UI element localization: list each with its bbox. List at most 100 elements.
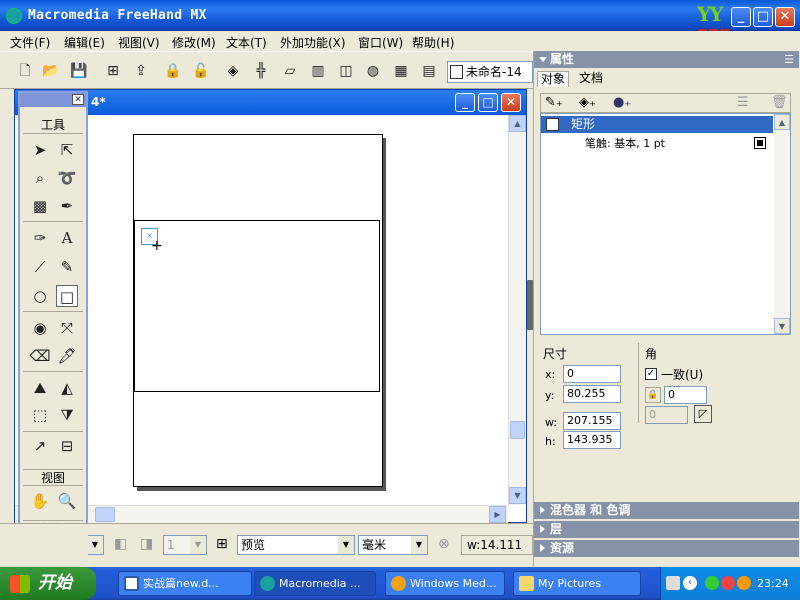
page-number-select[interactable]: 1 ▼ xyxy=(163,535,207,555)
mirror-tool-icon[interactable]: ⧩ xyxy=(56,404,78,426)
ellipse-tool-icon[interactable]: ○ xyxy=(29,285,51,307)
lasso-tool-icon[interactable]: ➰ xyxy=(56,167,78,189)
im-icon[interactable] xyxy=(737,576,751,590)
scale-tool-icon[interactable]: ⤧ xyxy=(56,317,78,339)
task-windows-media[interactable]: Windows Med... xyxy=(385,571,505,596)
library-icon[interactable]: ▥ xyxy=(309,62,327,80)
corner-radius-field[interactable]: 0 xyxy=(664,386,707,404)
pencil-tool-icon[interactable]: ✎ xyxy=(56,256,78,278)
horizontal-scroll-thumb[interactable] xyxy=(95,507,115,522)
vertical-scroll-thumb[interactable] xyxy=(510,421,525,439)
panel-options-icon[interactable]: ☰ xyxy=(784,53,794,66)
page-tool-icon[interactable]: ⌕ xyxy=(29,167,51,189)
tools-panel-header[interactable]: ✕ xyxy=(20,93,86,107)
group-icon[interactable]: ◈ xyxy=(224,62,242,80)
rectangle-tool-icon[interactable]: □ xyxy=(56,285,78,307)
tools-panel-close-icon[interactable]: ✕ xyxy=(72,94,84,105)
library-panel-header[interactable]: 资源 xyxy=(534,540,799,557)
task-my-pictures[interactable]: My Pictures xyxy=(513,571,641,596)
delete-item-icon[interactable]: 🗑 xyxy=(771,95,788,110)
freeform-tool-icon[interactable]: ◉ xyxy=(29,317,51,339)
stroke-color-swatch[interactable] xyxy=(754,137,766,149)
list-scroll-down[interactable]: ▼ xyxy=(774,318,790,334)
page-prev-icon[interactable]: ◧ xyxy=(114,536,127,552)
layers-icon[interactable]: ▤ xyxy=(420,62,438,80)
uniform-corners-checkbox[interactable]: ✓ xyxy=(645,368,657,380)
view-mode-select[interactable]: 预览 ▼ xyxy=(237,535,355,555)
unlock-icon[interactable]: 🔓 xyxy=(192,62,210,80)
duplicate-item-icon[interactable]: ☰ xyxy=(737,95,749,110)
panel-splitter-handle[interactable] xyxy=(527,280,533,330)
reflect-tool-icon[interactable]: ⬚ xyxy=(29,404,51,426)
task-freehand[interactable]: Macromedia ... xyxy=(254,571,376,596)
text-tool-icon[interactable]: A xyxy=(56,227,78,249)
object-row-stroke[interactable]: 笔触: 基本, 1 pt xyxy=(571,136,771,152)
scroll-down-button[interactable]: ▼ xyxy=(509,487,526,504)
page-prev-dropdown[interactable]: ▼ xyxy=(87,535,104,555)
menu-help[interactable]: 帮助(H) xyxy=(412,34,454,51)
menu-xtras[interactable]: 外加功能(X) xyxy=(280,34,346,51)
list-scroll-up[interactable]: ▲ xyxy=(774,114,790,130)
new-document-icon[interactable]: 🗋 xyxy=(16,62,34,80)
object-checkbox[interactable] xyxy=(546,118,559,131)
page-next-icon[interactable]: ◨ xyxy=(140,536,153,552)
start-button[interactable]: 开始 xyxy=(0,567,96,600)
units-select[interactable]: 毫米 ▼ xyxy=(358,535,428,555)
menu-file[interactable]: 文件(F) xyxy=(10,34,50,51)
object-list-scrollbar[interactable]: ▲ ▼ xyxy=(774,114,790,334)
object-row-rectangle[interactable]: 矩形 xyxy=(541,116,773,133)
pointer-tool-icon[interactable]: ➤ xyxy=(29,139,51,161)
task-word-document[interactable]: 实战篇new.d... xyxy=(118,571,252,596)
collapse-tray-icon[interactable]: ‹ xyxy=(683,576,697,590)
width-field[interactable]: 207.155 xyxy=(563,412,621,430)
blend-tool-icon[interactable]: ⛰ xyxy=(29,377,51,399)
symbols-icon[interactable]: ◫ xyxy=(337,62,355,80)
grid-icon[interactable]: ▦ xyxy=(392,62,410,80)
knife-tool-icon[interactable]: 🖊 xyxy=(56,345,78,367)
zoom-tool-icon[interactable]: 🔍 xyxy=(56,490,78,512)
menu-view[interactable]: 视图(V) xyxy=(118,34,160,51)
hand-tool-icon[interactable]: ✋ xyxy=(29,490,51,512)
antivirus-icon[interactable] xyxy=(721,576,735,590)
vertical-scrollbar[interactable]: ▲ ▼ xyxy=(508,115,526,505)
subselect-tool-icon[interactable]: ⇱ xyxy=(56,139,78,161)
properties-header[interactable]: 属性 xyxy=(534,51,799,68)
save-icon[interactable]: 💾 xyxy=(70,62,88,80)
connector-tool-icon[interactable]: ↗ xyxy=(29,435,51,457)
open-icon[interactable]: 📂 xyxy=(42,62,60,80)
menu-edit[interactable]: 编辑(E) xyxy=(64,34,105,51)
eyedropper-tool-icon[interactable]: ✒ xyxy=(56,195,78,217)
doc-maximize-button[interactable]: □ xyxy=(478,93,498,112)
mixer-panel-header[interactable]: 混色器 和 色调 xyxy=(534,502,799,519)
scroll-up-button[interactable]: ▲ xyxy=(509,115,526,132)
export-icon[interactable]: ⇪ xyxy=(132,62,150,80)
document-select[interactable]: 未命名-14 xyxy=(447,61,533,83)
add-effect-icon[interactable]: ●₊ xyxy=(613,95,631,110)
y-field[interactable]: 80.255 xyxy=(563,385,621,403)
menu-text[interactable]: 文本(T) xyxy=(226,34,267,51)
eraser-tool-icon[interactable]: ⌫ xyxy=(29,345,51,367)
transform-icon[interactable]: ▱ xyxy=(281,62,299,80)
keyboard-icon[interactable] xyxy=(666,576,680,590)
network-icon[interactable] xyxy=(705,576,719,590)
close-button[interactable]: ✕ xyxy=(775,7,795,27)
height-field[interactable]: 143.935 xyxy=(563,431,621,449)
add-page-icon[interactable]: ⊞ xyxy=(216,536,228,552)
trace-tool-icon[interactable]: ▩ xyxy=(29,195,51,217)
lock-icon[interactable]: 🔒 xyxy=(164,62,182,80)
horizontal-scrollbar[interactable]: ▶ xyxy=(15,505,508,523)
corner-lock-icon[interactable]: 🔒 xyxy=(645,387,661,403)
layers-panel-header[interactable]: 层 xyxy=(534,521,799,538)
doc-minimize-button[interactable]: _ xyxy=(455,93,475,112)
envelope-tool-icon[interactable]: ◭ xyxy=(56,377,78,399)
scroll-right-button[interactable]: ▶ xyxy=(489,506,506,523)
align-icon[interactable]: ╬ xyxy=(252,62,270,80)
add-fill-icon[interactable]: ◈₊ xyxy=(579,95,596,110)
import-icon[interactable]: ⊞ xyxy=(104,62,122,80)
x-field[interactable]: 0 xyxy=(563,365,621,383)
cancel-render-icon[interactable]: ⊗ xyxy=(438,536,450,552)
menu-window[interactable]: 窗口(W) xyxy=(358,34,403,51)
rectangle-object[interactable] xyxy=(134,220,380,392)
menu-modify[interactable]: 修改(M) xyxy=(172,34,216,51)
tab-document[interactable]: 文档 xyxy=(576,71,606,87)
